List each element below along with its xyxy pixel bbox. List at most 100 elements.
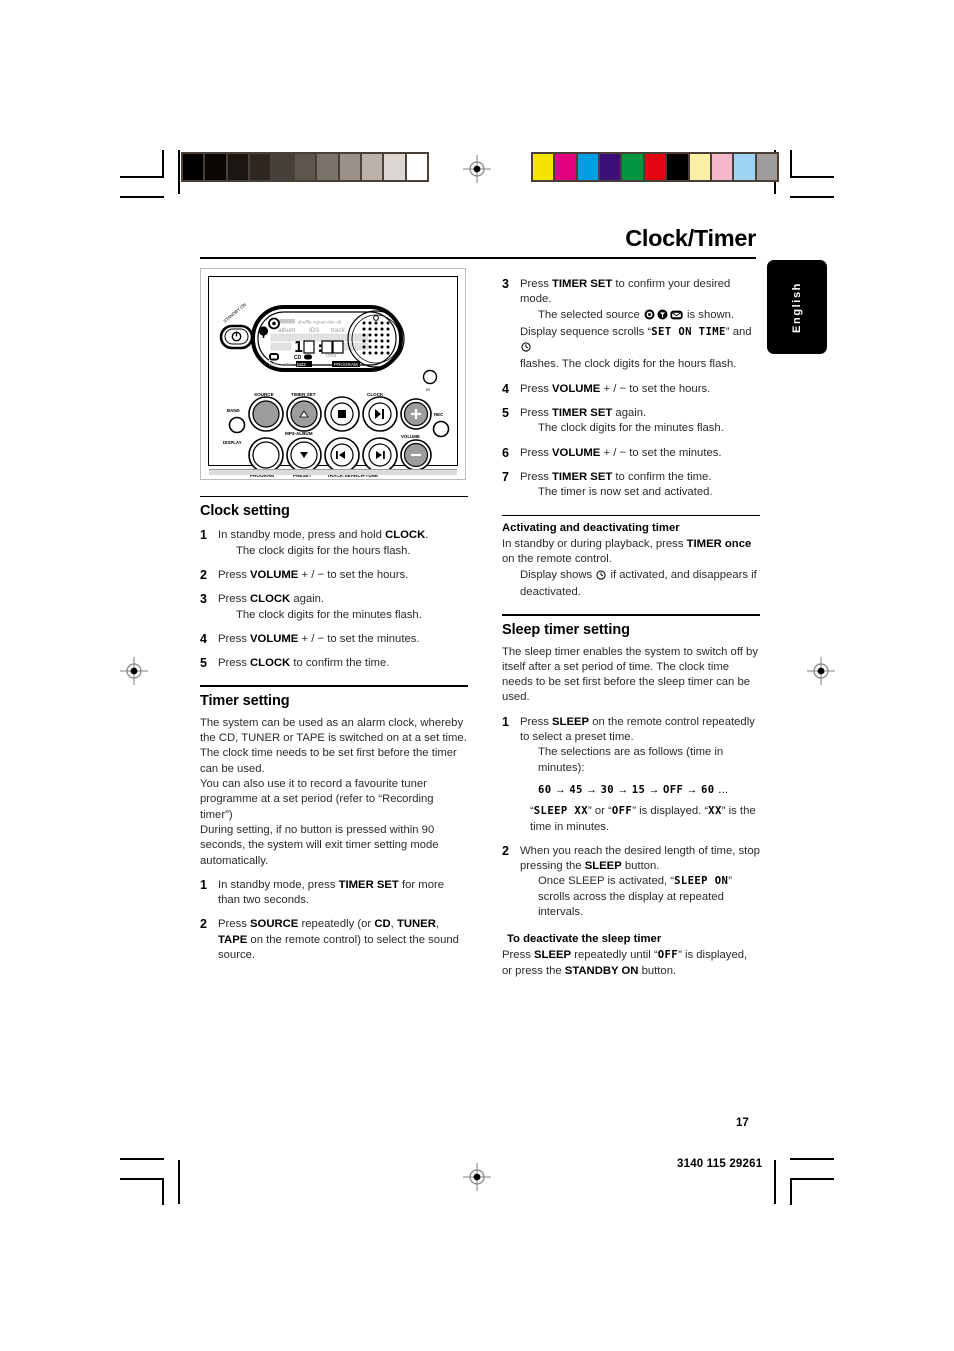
left-column: STANDBY ON shuffle repeat disc all album… [200, 268, 468, 963]
timer-setting-step-number: 2 [200, 917, 207, 932]
step-text-fragment: on the remote control) to select the sou… [218, 933, 459, 962]
grayscale-calibration-strip [181, 152, 429, 182]
sleep-button-ref-2: SLEEP [584, 860, 622, 873]
clock-setting-divider [200, 496, 468, 498]
grayscale-swatch-4 [272, 154, 293, 180]
timer-setting-steps-continued: 3 Press TIMER SET to confirm your desired… [502, 277, 760, 501]
crop-mark-tl-h2 [120, 196, 164, 198]
registration-target-left [120, 657, 148, 685]
timer-setting-cont-step: 6 Press VOLUME + / − to set the minutes. [502, 446, 760, 461]
activating-body: In standby or during playback, press TIM… [502, 537, 760, 568]
step-text-fragment: Press [218, 568, 251, 581]
grayscale-swatch-9 [384, 154, 405, 180]
sleep-step-1: 1 Press SLEEP on the remote control repe… [502, 715, 760, 835]
button-reference: TAPE [218, 933, 248, 946]
lcd-off-1: OFF [611, 805, 633, 818]
crop-mark-br-v2 [774, 1160, 776, 1204]
sleep-step-2-note-a: Once SLEEP is activated, “ [538, 875, 675, 888]
step-text-fragment: In standby mode, press and hold [218, 529, 386, 542]
sleep-preset-value: 45 [569, 783, 583, 796]
grayscale-swatch-6 [317, 154, 338, 180]
sleep-timer-heading: Sleep timer setting [502, 621, 630, 638]
button-reference: TIMER SET [552, 470, 613, 483]
sleep-step-1-a: Press [520, 715, 553, 728]
svg-text:shuffle repeat disc all: shuffle repeat disc all [298, 320, 341, 325]
step-text-fragment: Press [520, 446, 553, 459]
deactivate-c: repeatedly until “ [571, 949, 658, 962]
color-swatch-6 [667, 154, 688, 180]
tuner-antenna-icon [657, 309, 668, 325]
step-text-fragment: + / − to set the minutes. [298, 632, 420, 645]
step-text-fragment: repeatedly (or [298, 918, 375, 931]
clock-setting-heading: Clock setting [200, 503, 290, 520]
color-swatch-10 [756, 154, 777, 180]
svg-text:BAND: BAND [227, 408, 240, 413]
document-page: Clock/Timer English STANDBY ON shuffle r… [0, 0, 954, 1351]
deactivate-sleep-body: Press SLEEP repeatedly until “OFF” is di… [502, 948, 760, 979]
clock-setting-step-text: Press VOLUME + / − to set the hours. [218, 568, 468, 583]
step-text-fragment: In standby mode, press [218, 878, 339, 891]
document-code: 3140 115 29261 [677, 1158, 763, 1170]
page-title: Clock/Timer [625, 225, 756, 251]
color-swatch-9 [734, 154, 755, 180]
grayscale-swatch-2 [227, 154, 249, 180]
svg-text:SOURCE: SOURCE [254, 392, 274, 397]
lcd-set-on-time: SET ON TIME [651, 325, 726, 338]
activating-line1-b: TIMER once [686, 537, 752, 550]
step-text-fragment: + / − to set the hours. [600, 382, 711, 395]
sleep-step-2-text: When you reach the desired length of tim… [520, 844, 760, 920]
sleep-button-ref-3: SLEEP [534, 949, 572, 962]
sleep-step-2: 2 When you reach the desired length of t… [502, 844, 760, 920]
step-text-fragment: Press [218, 632, 251, 645]
step-text-fragment: again. [612, 407, 647, 420]
svg-text:total: total [326, 353, 336, 359]
illustration-base-strip [209, 469, 457, 475]
activating-note-a: Display shows [520, 568, 596, 581]
timer-clock-icon [521, 342, 531, 357]
svg-text:DISPLAY: DISPLAY [223, 440, 242, 445]
svg-text:album: album [278, 327, 295, 334]
timer-setting-paragraph: The system can be used as an alarm clock… [200, 716, 467, 775]
clock-setting-step-note: The clock digits for the minutes flash. [236, 608, 422, 621]
quote-mid-2: ” is displayed. “ [632, 805, 709, 818]
step-text-fragment: Press [520, 382, 553, 395]
timer-setting-cont-step-text: Press TIMER SET to confirm the time. The … [520, 470, 760, 501]
button-reference: TIMER SET [552, 407, 613, 420]
color-swatch-7 [689, 154, 710, 180]
button-reference: VOLUME [552, 382, 601, 395]
timer-setting-paragraph: You can also use it to record a favourit… [200, 778, 434, 821]
timer-setting-cont-step-text: Press VOLUME + / − to set the minutes. [520, 446, 760, 461]
crop-mark-bl-h2 [120, 1158, 164, 1160]
sleep-timer-divider [502, 614, 760, 616]
svg-text:track: track [331, 327, 346, 334]
crop-mark-br-h [790, 1178, 834, 1180]
sleep-preset-value: 30 [600, 783, 615, 796]
timer-setting-step: 1 In standby mode, press TIMER SET for mo… [200, 878, 468, 909]
page-number: 17 [736, 1117, 749, 1129]
grayscale-swatch-0 [183, 154, 204, 180]
button-reference: VOLUME [250, 632, 299, 645]
timer-setting-cont-step-note: The timer is now set and activated. [538, 486, 713, 499]
grayscale-swatch-1 [205, 154, 226, 180]
timer-setting-cont-step-number: 7 [502, 469, 509, 484]
activating-line1-a: In standby or during playback, press [502, 537, 687, 550]
button-reference: CLOCK [385, 529, 426, 542]
clock-setting-step: 4 Press VOLUME + / − to set the minutes. [200, 632, 468, 647]
clock-setting-step-number: 1 [200, 528, 207, 543]
sleep-preset-value: 60 [538, 783, 552, 796]
hours-flash-line: flashes. The clock digits for the hours … [520, 358, 737, 371]
display-sequence-line: Display sequence scrolls “SET ON TIME” a… [520, 325, 760, 358]
sleep-preset-value: OFF [663, 783, 684, 796]
crop-mark-bl-v [162, 1178, 164, 1205]
clock-setting-step-number: 4 [200, 631, 207, 646]
timer-setting-cont-step-number: 3 [502, 277, 509, 291]
svg-text:jazz: jazz [296, 362, 306, 368]
activating-divider [502, 514, 760, 516]
step-text-fragment: to confirm the time. [612, 470, 712, 483]
clock-setting-step-text: Press CLOCK again. The clock digits for t… [218, 592, 468, 623]
lcd-sleep-xx: SLEEP XX [533, 805, 588, 818]
sleep-button-ref-1: SLEEP [552, 715, 590, 728]
clock-setting-steps: 1 In standby mode, press and hold CLOCK. T… [200, 528, 468, 671]
timer-setting-cont-step-number: 4 [502, 381, 509, 396]
sequence-arrow-icon: → [614, 783, 632, 796]
